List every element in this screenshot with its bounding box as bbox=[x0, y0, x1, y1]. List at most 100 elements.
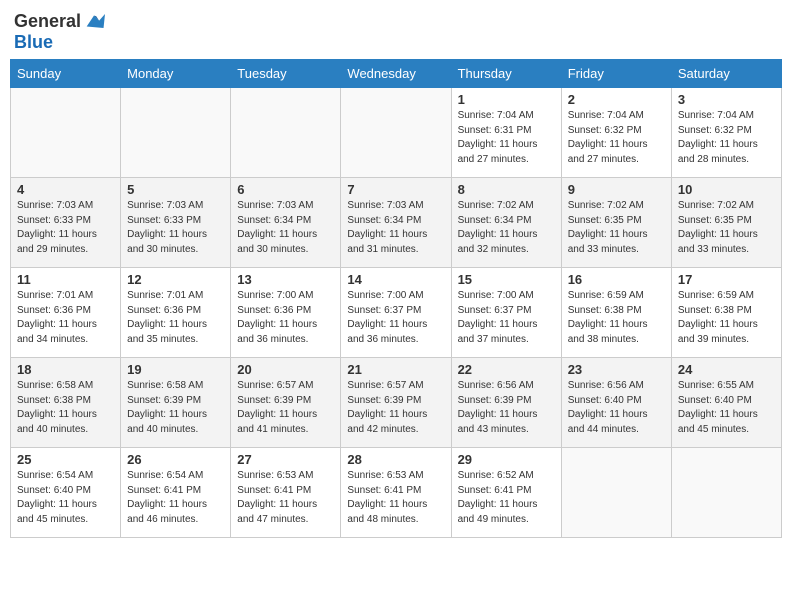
calendar-cell: 6 Sunrise: 7:03 AM Sunset: 6:34 PM Daylig… bbox=[231, 178, 341, 268]
calendar-cell: 22 Sunrise: 6:56 AM Sunset: 6:39 PM Dayli… bbox=[451, 358, 561, 448]
day-number: 23 bbox=[568, 362, 665, 377]
day-info: Sunrise: 7:03 AM Sunset: 6:34 PM Dayligh… bbox=[237, 199, 334, 257]
day-info: Sunrise: 7:03 AM Sunset: 6:33 PM Dayligh… bbox=[127, 199, 224, 257]
day-number: 8 bbox=[458, 182, 555, 197]
calendar-cell: 9 Sunrise: 7:02 AM Sunset: 6:35 PM Daylig… bbox=[561, 178, 671, 268]
day-number: 4 bbox=[17, 182, 114, 197]
day-info: Sunrise: 6:56 AM Sunset: 6:40 PM Dayligh… bbox=[568, 379, 665, 437]
calendar-week-row: 25 Sunrise: 6:54 AM Sunset: 6:40 PM Dayli… bbox=[11, 448, 782, 538]
day-number: 25 bbox=[17, 452, 114, 467]
day-info: Sunrise: 6:55 AM Sunset: 6:40 PM Dayligh… bbox=[678, 379, 775, 437]
calendar-cell bbox=[561, 448, 671, 538]
day-number: 24 bbox=[678, 362, 775, 377]
calendar-cell bbox=[231, 88, 341, 178]
day-number: 16 bbox=[568, 272, 665, 287]
day-number: 17 bbox=[678, 272, 775, 287]
calendar-cell: 15Sunrise: 7:00 AM Sunset: 6:37 PM Dayli… bbox=[451, 268, 561, 358]
calendar-header-row: SundayMondayTuesdayWednesdayThursdayFrid… bbox=[11, 60, 782, 88]
day-number: 3 bbox=[678, 92, 775, 107]
day-number: 1 bbox=[458, 92, 555, 107]
day-info: Sunrise: 7:00 AM Sunset: 6:37 PM Dayligh… bbox=[458, 289, 555, 347]
day-number: 10 bbox=[678, 182, 775, 197]
calendar-cell bbox=[11, 88, 121, 178]
day-info: Sunrise: 6:53 AM Sunset: 6:41 PM Dayligh… bbox=[237, 469, 334, 527]
calendar-cell: 7Sunrise: 7:03 AM Sunset: 6:34 PM Daylig… bbox=[341, 178, 451, 268]
calendar-cell: 1 Sunrise: 7:04 AM Sunset: 6:31 PM Daylig… bbox=[451, 88, 561, 178]
day-info: Sunrise: 6:58 AM Sunset: 6:39 PM Dayligh… bbox=[127, 379, 224, 437]
calendar-cell: 8 Sunrise: 7:02 AM Sunset: 6:34 PM Daylig… bbox=[451, 178, 561, 268]
column-header-sunday: Sunday bbox=[11, 60, 121, 88]
calendar-cell: 21Sunrise: 6:57 AM Sunset: 6:39 PM Dayli… bbox=[341, 358, 451, 448]
day-number: 18 bbox=[17, 362, 114, 377]
day-number: 29 bbox=[458, 452, 555, 467]
calendar-cell bbox=[121, 88, 231, 178]
calendar-cell: 24 Sunrise: 6:55 AM Sunset: 6:40 PM Dayli… bbox=[671, 358, 781, 448]
day-number: 2 bbox=[568, 92, 665, 107]
calendar-cell: 11Sunrise: 7:01 AM Sunset: 6:36 PM Dayli… bbox=[11, 268, 121, 358]
day-info: Sunrise: 7:04 AM Sunset: 6:31 PM Dayligh… bbox=[458, 109, 555, 167]
day-info: Sunrise: 7:04 AM Sunset: 6:32 PM Dayligh… bbox=[678, 109, 775, 167]
day-info: Sunrise: 6:56 AM Sunset: 6:39 PM Dayligh… bbox=[458, 379, 555, 437]
calendar-week-row: 1 Sunrise: 7:04 AM Sunset: 6:31 PM Daylig… bbox=[11, 88, 782, 178]
day-info: Sunrise: 6:52 AM Sunset: 6:41 PM Dayligh… bbox=[458, 469, 555, 527]
column-header-wednesday: Wednesday bbox=[341, 60, 451, 88]
day-info: Sunrise: 7:02 AM Sunset: 6:34 PM Dayligh… bbox=[458, 199, 555, 257]
day-number: 19 bbox=[127, 362, 224, 377]
day-info: Sunrise: 6:58 AM Sunset: 6:38 PM Dayligh… bbox=[17, 379, 114, 437]
calendar-cell: 27 Sunrise: 6:53 AM Sunset: 6:41 PM Dayli… bbox=[231, 448, 341, 538]
calendar-cell: 29 Sunrise: 6:52 AM Sunset: 6:41 PM Dayli… bbox=[451, 448, 561, 538]
day-info: Sunrise: 7:04 AM Sunset: 6:32 PM Dayligh… bbox=[568, 109, 665, 167]
day-number: 11 bbox=[17, 272, 114, 287]
day-info: Sunrise: 6:53 AM Sunset: 6:41 PM Dayligh… bbox=[347, 469, 444, 527]
day-info: Sunrise: 7:03 AM Sunset: 6:34 PM Dayligh… bbox=[347, 199, 444, 257]
calendar-cell: 20Sunrise: 6:57 AM Sunset: 6:39 PM Dayli… bbox=[231, 358, 341, 448]
calendar-cell: 25 Sunrise: 6:54 AM Sunset: 6:40 PM Dayli… bbox=[11, 448, 121, 538]
calendar-week-row: 11 Sunrise: 7:01 AM Sunset: 6:36 PM Dayli… bbox=[11, 268, 782, 358]
calendar-cell bbox=[341, 88, 451, 178]
calendar-cell: 19 Sunrise: 6:58 AM Sunset: 6:39 PM Dayli… bbox=[121, 358, 231, 448]
logo-bird-icon bbox=[83, 10, 105, 32]
column-header-saturday: Saturday bbox=[671, 60, 781, 88]
column-header-tuesday: Tuesday bbox=[231, 60, 341, 88]
calendar-cell: 12 Sunrise: 7:01 AM Sunset: 6:36 PM Dayli… bbox=[121, 268, 231, 358]
day-info: Sunrise: 6:57 AM Sunset: 6:39 PM Dayligh… bbox=[237, 379, 334, 437]
logo-general-text: General bbox=[14, 11, 81, 32]
calendar-cell: 18 Sunrise: 6:58 AM Sunset: 6:38 PM Dayli… bbox=[11, 358, 121, 448]
calendar-cell bbox=[671, 448, 781, 538]
day-number: 26 bbox=[127, 452, 224, 467]
calendar-cell: 2 Sunrise: 7:04 AM Sunset: 6:32 PM Daylig… bbox=[561, 88, 671, 178]
logo: General Blue bbox=[14, 10, 105, 53]
day-number: 6 bbox=[237, 182, 334, 197]
day-number: 12 bbox=[127, 272, 224, 287]
day-info: Sunrise: 7:00 AM Sunset: 6:37 PM Dayligh… bbox=[347, 289, 444, 347]
day-number: 13 bbox=[237, 272, 334, 287]
calendar-cell: 5 Sunrise: 7:03 AM Sunset: 6:33 PM Daylig… bbox=[121, 178, 231, 268]
calendar-week-row: 4 Sunrise: 7:03 AM Sunset: 6:33 PM Daylig… bbox=[11, 178, 782, 268]
calendar-cell: 4Sunrise: 7:03 AM Sunset: 6:33 PM Daylig… bbox=[11, 178, 121, 268]
column-header-monday: Monday bbox=[121, 60, 231, 88]
day-number: 5 bbox=[127, 182, 224, 197]
day-info: Sunrise: 6:54 AM Sunset: 6:40 PM Dayligh… bbox=[17, 469, 114, 527]
day-info: Sunrise: 6:59 AM Sunset: 6:38 PM Dayligh… bbox=[678, 289, 775, 347]
day-info: Sunrise: 6:59 AM Sunset: 6:38 PM Dayligh… bbox=[568, 289, 665, 347]
calendar-table: SundayMondayTuesdayWednesdayThursdayFrid… bbox=[10, 59, 782, 538]
calendar-cell: 3 Sunrise: 7:04 AM Sunset: 6:32 PM Daylig… bbox=[671, 88, 781, 178]
day-info: Sunrise: 7:00 AM Sunset: 6:36 PM Dayligh… bbox=[237, 289, 334, 347]
day-number: 21 bbox=[347, 362, 444, 377]
column-header-thursday: Thursday bbox=[451, 60, 561, 88]
day-number: 27 bbox=[237, 452, 334, 467]
logo-blue-text: Blue bbox=[14, 32, 53, 53]
day-info: Sunrise: 7:01 AM Sunset: 6:36 PM Dayligh… bbox=[127, 289, 224, 347]
day-info: Sunrise: 7:02 AM Sunset: 6:35 PM Dayligh… bbox=[568, 199, 665, 257]
calendar-cell: 16 Sunrise: 6:59 AM Sunset: 6:38 PM Dayli… bbox=[561, 268, 671, 358]
page-header: General Blue bbox=[10, 10, 782, 53]
calendar-cell: 23 Sunrise: 6:56 AM Sunset: 6:40 PM Dayli… bbox=[561, 358, 671, 448]
calendar-cell: 28Sunrise: 6:53 AM Sunset: 6:41 PM Dayli… bbox=[341, 448, 451, 538]
day-number: 22 bbox=[458, 362, 555, 377]
calendar-cell: 13 Sunrise: 7:00 AM Sunset: 6:36 PM Dayli… bbox=[231, 268, 341, 358]
calendar-week-row: 18 Sunrise: 6:58 AM Sunset: 6:38 PM Dayli… bbox=[11, 358, 782, 448]
day-number: 14 bbox=[347, 272, 444, 287]
day-number: 9 bbox=[568, 182, 665, 197]
calendar-cell: 17 Sunrise: 6:59 AM Sunset: 6:38 PM Dayli… bbox=[671, 268, 781, 358]
calendar-cell: 14 Sunrise: 7:00 AM Sunset: 6:37 PM Dayli… bbox=[341, 268, 451, 358]
